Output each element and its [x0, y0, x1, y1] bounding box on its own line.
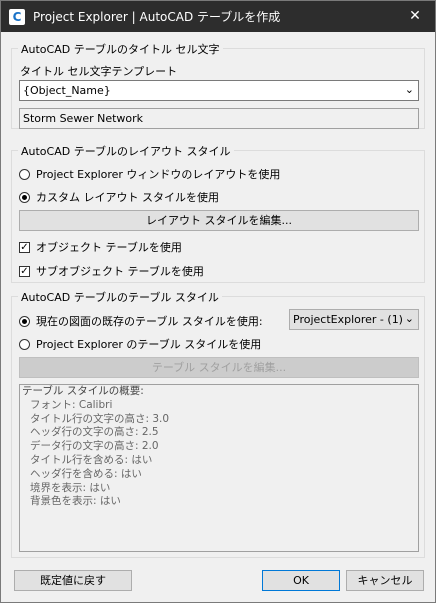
cancel-button[interactable]: キャンセル — [346, 570, 424, 591]
summary-item: ヘッダ行を含める: はい — [30, 467, 142, 480]
checkbox-checked[interactable]: ✓ — [19, 265, 30, 277]
radio-custom-layout-label: カスタム レイアウト スタイルを使用 — [36, 191, 219, 204]
title-preview-text: Storm Sewer Network — [23, 112, 144, 125]
radio-project-style[interactable]: Project Explorer のテーブル スタイルを使用 — [19, 336, 261, 352]
check-subobject-table[interactable]: ✓ サブオブジェクト テーブルを使用 — [19, 263, 204, 279]
reset-defaults-button[interactable]: 既定値に戻す — [14, 570, 132, 591]
radio-window-layout[interactable]: Project Explorer ウィンドウのレイアウトを使用 — [19, 166, 280, 182]
summary-item: データ行の文字の高さ: 2.0 — [30, 440, 159, 453]
close-icon[interactable]: ✕ — [405, 6, 425, 26]
table-style-summary: テーブル スタイルの概要: フォント: Calibri タイトル行の文字の高さ:… — [19, 384, 419, 552]
summary-heading: テーブル スタイルの概要: — [22, 385, 144, 397]
radio-button-selected[interactable] — [19, 191, 30, 203]
table-style-select[interactable]: ProjectExplorer - (1) ⌄ — [289, 309, 419, 330]
check-object-table[interactable]: ✓ オブジェクト テーブルを使用 — [19, 239, 182, 255]
summary-item: 境界を表示: はい — [30, 481, 111, 494]
title-cell-group-legend: AutoCAD テーブルのタイトル セル文字 — [18, 41, 223, 57]
summary-item: タイトル行を含める: はい — [30, 453, 153, 466]
radio-custom-layout[interactable]: カスタム レイアウト スタイルを使用 — [19, 189, 219, 205]
edit-layout-style-button[interactable]: レイアウト スタイルを編集... — [19, 210, 419, 231]
radio-existing-style[interactable]: 現在の図面の既存のテーブル スタイルを使用: — [19, 313, 263, 329]
checkbox-checked[interactable]: ✓ — [19, 241, 30, 253]
template-label: タイトル セル文字テンプレート — [20, 65, 178, 78]
radio-existing-style-label: 現在の図面の既存のテーブル スタイルを使用: — [36, 315, 263, 328]
title-preview-field: Storm Sewer Network — [19, 108, 419, 129]
summary-item: フォント: Calibri — [30, 398, 113, 411]
radio-button-selected[interactable] — [19, 315, 30, 327]
chevron-down-icon[interactable]: ⌄ — [405, 83, 414, 96]
table-style-select-value: ProjectExplorer - (1) — [293, 313, 403, 326]
radio-button[interactable] — [19, 338, 30, 350]
radio-window-layout-label: Project Explorer ウィンドウのレイアウトを使用 — [36, 168, 281, 181]
table-style-group-legend: AutoCAD テーブルのテーブル スタイル — [18, 289, 222, 305]
check-object-table-label: オブジェクト テーブルを使用 — [36, 241, 182, 254]
template-input-value: {Object_Name} — [23, 84, 111, 97]
summary-item: ヘッダ行の文字の高さ: 2.5 — [30, 426, 159, 439]
chevron-down-icon[interactable]: ⌄ — [405, 312, 414, 325]
ok-button[interactable]: OK — [262, 570, 340, 591]
window-title: Project Explorer | AutoCAD テーブルを作成 — [33, 10, 281, 24]
title-bar: C Project Explorer | AutoCAD テーブルを作成 ✕ — [1, 1, 435, 32]
dialog-window: C Project Explorer | AutoCAD テーブルを作成 ✕ A… — [0, 0, 436, 603]
check-subobject-table-label: サブオブジェクト テーブルを使用 — [36, 265, 204, 278]
summary-item: 背景色を表示: はい — [30, 495, 121, 508]
layout-style-group-legend: AutoCAD テーブルのレイアウト スタイル — [18, 143, 234, 159]
template-combobox[interactable]: {Object_Name} ⌄ — [19, 80, 419, 101]
edit-table-style-button[interactable]: テーブル スタイルを編集... — [19, 357, 419, 378]
radio-button[interactable] — [19, 168, 30, 180]
radio-project-style-label: Project Explorer のテーブル スタイルを使用 — [36, 338, 262, 351]
summary-item: タイトル行の文字の高さ: 3.0 — [30, 412, 170, 425]
autocad-app-icon: C — [9, 8, 25, 25]
